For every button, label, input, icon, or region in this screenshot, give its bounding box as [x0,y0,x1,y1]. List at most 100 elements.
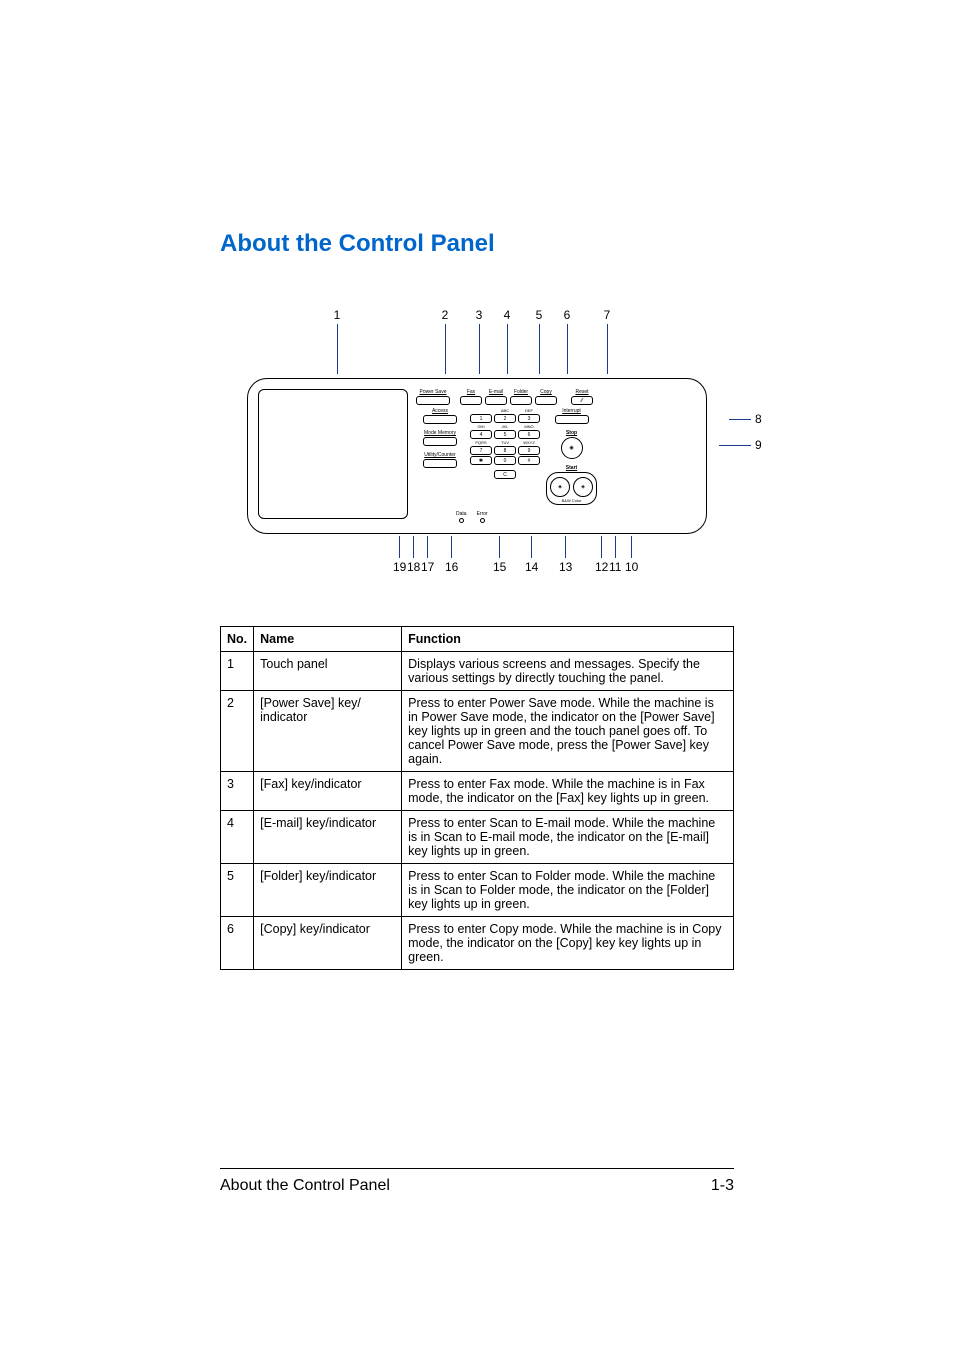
key-9[interactable]: 9 [518,446,540,455]
cell-no: 5 [221,864,254,917]
table-row: 1 Touch panel Displays various screens a… [221,652,734,691]
callout-5: 5 [536,308,543,322]
reset-key[interactable]: ⁄⁄ [571,396,593,405]
cell-name: [Copy] key/indicator [254,917,402,970]
copy-label: Copy [540,389,552,395]
copy-key[interactable] [535,396,557,405]
table-row: 3 [Fax] key/indicator Press to enter Fax… [221,772,734,811]
page-title: About the Control Panel [220,230,734,258]
cell-func: Press to enter Scan to E-mail mode. Whil… [402,811,734,864]
cell-func: Displays various screens and messages. S… [402,652,734,691]
th-no: No. [221,627,254,652]
access-label: Access [432,408,448,414]
fax-label: Fax [467,389,475,395]
key-c[interactable]: C [494,470,516,479]
callout-19: 19 [393,560,406,574]
callout-17: 17 [421,560,434,574]
callout-2: 2 [442,308,449,322]
reset-label: Reset [575,389,588,395]
cell-name: [E-mail] key/indicator [254,811,402,864]
callouts-top: 1 2 3 4 5 6 7 [247,308,707,378]
stop-key[interactable]: ◉ [561,437,583,459]
cell-func: Press to enter Power Save mode. While th… [402,691,734,772]
start-label: Start [566,465,577,471]
table-row: 2 [Power Save] key/ indicator Press to e… [221,691,734,772]
callout-9: 9 [755,438,762,452]
key-4[interactable]: 4 [470,430,492,439]
callout-12: 12 [595,560,608,574]
mode-memory-label: Mode Memory [424,430,456,436]
power-save-label: Power Save [420,389,447,395]
callout-15: 15 [493,560,506,574]
cell-func: Press to enter Scan to Folder mode. Whil… [402,864,734,917]
touch-panel[interactable] [258,389,408,519]
key-6[interactable]: 6 [518,430,540,439]
callout-13: 13 [559,560,572,574]
utility-counter-key[interactable] [423,459,457,468]
interrupt-key[interactable] [555,415,589,424]
cell-name: Touch panel [254,652,402,691]
key-5[interactable]: 5 [494,430,516,439]
folder-label: Folder [514,389,528,395]
cell-name: [Fax] key/indicator [254,772,402,811]
th-name: Name [254,627,402,652]
callout-4: 4 [504,308,511,322]
cell-name: [Power Save] key/ indicator [254,691,402,772]
key-8[interactable]: 8 [494,446,516,455]
callout-10: 10 [625,560,638,574]
access-key[interactable] [423,415,457,424]
footer-left: About the Control Panel [220,1177,390,1195]
callouts-bottom: 19 18 17 16 15 14 13 12 11 10 [247,536,707,586]
cell-no: 6 [221,917,254,970]
power-save-key[interactable] [416,396,450,405]
callout-1: 1 [334,308,341,322]
cell-no: 1 [221,652,254,691]
callout-3: 3 [476,308,483,322]
cell-func: Press to enter Fax mode. While the machi… [402,772,734,811]
utility-counter-label: Utility/Counter [424,452,455,458]
email-key[interactable] [485,396,507,405]
page-footer: About the Control Panel 1-3 [220,1168,734,1195]
footer-right: 1-3 [711,1177,734,1195]
cell-name: [Folder] key/indicator [254,864,402,917]
start-bw-key[interactable]: ◈ [550,477,570,497]
key-hash[interactable]: # [518,456,540,465]
key-0[interactable]: 0 [494,456,516,465]
control-panel: Power Save Fax E-mail Folder Copy Reset … [247,378,707,534]
email-label: E-mail [489,389,503,395]
table-row: 5 [Folder] key/indicator Press to enter … [221,864,734,917]
callout-11: 11 [609,560,621,574]
data-label: Data [456,511,467,517]
cell-func: Press to enter Copy mode. While the mach… [402,917,734,970]
table-header-row: No. Name Function [221,627,734,652]
key-7[interactable]: 7 [470,446,492,455]
stop-label: Stop [566,430,577,436]
error-label: Error [477,511,488,517]
callout-8: 8 [755,412,762,426]
th-function: Function [402,627,734,652]
control-panel-diagram: 1 2 3 4 5 6 7 8 9 [247,308,707,586]
start-color-key[interactable]: ◈ [573,477,593,497]
mode-memory-key[interactable] [423,437,457,446]
error-led [480,518,485,523]
callout-14: 14 [525,560,538,574]
cell-no: 2 [221,691,254,772]
callout-18: 18 [407,560,420,574]
key-star[interactable]: ✱ [470,456,492,465]
table-row: 4 [E-mail] key/indicator Press to enter … [221,811,734,864]
fax-key[interactable] [460,396,482,405]
numeric-keypad: 1 ABC2 DEF3 GHI4 JKL5 MNO6 PQRS7 [470,408,540,505]
cell-no: 3 [221,772,254,811]
key-1[interactable]: 1 [470,414,492,423]
folder-key[interactable] [510,396,532,405]
table-row: 6 [Copy] key/indicator Press to enter Co… [221,917,734,970]
cell-no: 4 [221,811,254,864]
callout-16: 16 [445,560,458,574]
callout-6: 6 [564,308,571,322]
key-2[interactable]: 2 [494,414,516,423]
key-3[interactable]: 3 [518,414,540,423]
data-led [459,518,464,523]
bw-color-label: B&W Color [550,498,593,503]
interrupt-label: Interrupt [562,408,581,414]
callout-7: 7 [604,308,611,322]
